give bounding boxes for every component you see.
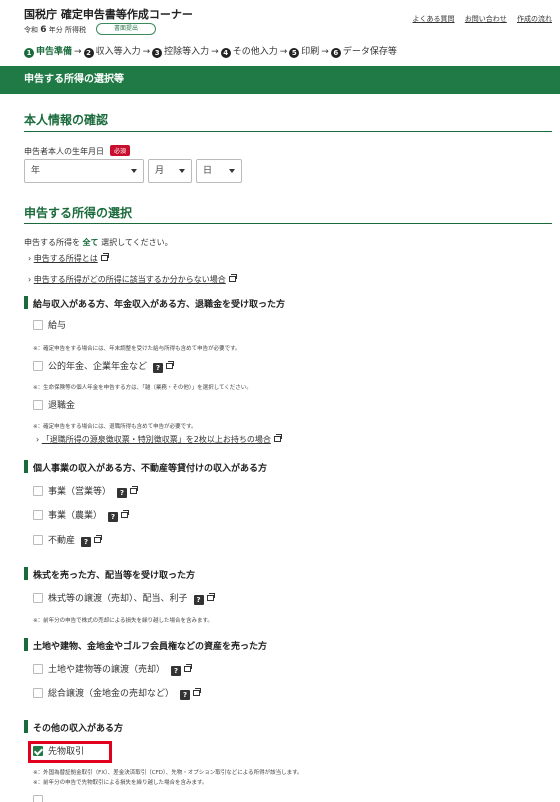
chevron-down-icon <box>229 169 235 173</box>
checkbox[interactable] <box>33 593 43 603</box>
general-transfer-checkbox[interactable]: 総合譲渡（金地金の売却など）? <box>33 688 202 700</box>
tax-type: 所得税 <box>64 26 86 34</box>
multiple-withholding-link[interactable]: › 「退職所得の源泉徴収票・特別徴収票」を2枚以上お持ちの場合 <box>36 434 282 445</box>
step-3: 3 控除等入力 <box>152 47 209 58</box>
next-checkbox[interactable] <box>33 795 48 802</box>
birth-year-select[interactable]: 年 <box>24 159 144 183</box>
agriculture-checkbox[interactable]: 事業（農業）? <box>33 510 130 522</box>
checkbox[interactable] <box>33 320 43 330</box>
contact-link[interactable]: お問い合わせ <box>465 15 507 23</box>
help-icon[interactable]: ? <box>153 363 164 373</box>
external-link-icon <box>206 593 215 601</box>
personal-info-title: 本人情報の確認 <box>24 113 109 127</box>
highlight-box <box>28 741 112 763</box>
pension-note: ※：生命保険等の個人年金を申告する方は、「雑（業務・その他）」を選択してください… <box>33 385 252 391</box>
salary-checkbox[interactable]: 給与 <box>33 320 66 332</box>
help-icon[interactable]: ? <box>171 666 182 676</box>
external-link-icon <box>130 486 139 494</box>
divider <box>24 131 552 132</box>
divider <box>24 223 552 224</box>
help-icon[interactable]: ? <box>180 690 191 700</box>
group-asset-sale-title: 土地や建物、金地金やゴルフ会員権などの資産を売った方 <box>24 638 267 652</box>
site-title: 国税庁 確定申告書等作成コーナー <box>24 8 193 21</box>
salary-note: ※：確定申告をする場合には、年末調整を受けた給与所得も含めて申告が必要です。 <box>33 346 241 352</box>
group-other-income-title: その他の収入がある方 <box>24 720 123 734</box>
birth-day-select[interactable]: 日 <box>196 159 242 183</box>
group-salary-pension-title: 給与収入がある方、年金収入がある方、退職金を受け取った方 <box>24 296 285 310</box>
birth-month-select[interactable]: 月 <box>148 159 192 183</box>
external-link-icon <box>121 510 130 518</box>
futures-note-1: ※：外国為替証拠金取引（FX）、差金決済取引（CFD）、先物・オプション取引など… <box>33 770 303 776</box>
faq-link[interactable]: よくある質問 <box>413 15 455 23</box>
help-icon[interactable]: ? <box>81 537 92 547</box>
checkbox[interactable] <box>33 361 43 371</box>
step-6: 6 データ保存等 <box>330 47 397 58</box>
checkbox[interactable] <box>33 795 43 802</box>
futures-note-2: ※：前年分の申告で先物取引による損失を繰り越した場合を含みます。 <box>33 780 208 786</box>
era-prefix: 令和 <box>24 26 38 34</box>
stock-note: ※：前年分の申告で株式の売却による損失を繰り越した場合を含みます。 <box>33 618 213 624</box>
external-link-icon <box>193 688 202 696</box>
external-link-icon <box>94 535 103 543</box>
external-link-icon <box>100 253 109 261</box>
what-is-income-link[interactable]: › 申告する所得とは <box>28 253 109 264</box>
flow-link[interactable]: 作成の流れ <box>517 15 552 23</box>
step-2: 2 収入等入力 <box>83 47 141 58</box>
checkbox[interactable] <box>33 535 43 545</box>
page-header: 国税庁 確定申告書等作成コーナー 令和 6 年分 所得税 書面提出 よくある質問… <box>0 0 560 66</box>
checkbox[interactable] <box>33 400 43 410</box>
paper-submission-button[interactable]: 書面提出 <box>96 23 156 35</box>
header-links: よくある質問 お問い合わせ 作成の流れ <box>405 14 552 24</box>
chevron-down-icon <box>179 169 185 173</box>
help-icon[interactable]: ? <box>117 488 128 498</box>
checkbox[interactable] <box>33 664 43 674</box>
step-1: 1 申告準備 <box>24 47 72 58</box>
retirement-checkbox[interactable]: 退職金 <box>33 400 75 412</box>
required-badge: 必須 <box>110 145 131 156</box>
progress-steps: 1 申告準備 → 2 収入等入力 → 3 控除等入力 → 4 その他入力 → 5 印刷 → 6 データ保存等 <box>24 44 397 58</box>
unsure-income-link[interactable]: › 申告する所得がどの所得に該当するか分からない場合 <box>28 274 237 285</box>
real-estate-checkbox[interactable]: 不動産? <box>33 535 103 547</box>
step-4: 4 その他入力 <box>220 47 278 58</box>
land-building-checkbox[interactable]: 土地や建物等の譲渡（売却）? <box>33 664 193 676</box>
stock-checkbox[interactable]: 株式等の譲渡（売却）、配当、利子? <box>33 593 215 605</box>
external-link-icon <box>228 274 237 282</box>
chevron-down-icon <box>131 169 137 173</box>
external-link-icon <box>273 434 282 442</box>
step-5: 5 印刷 <box>289 47 319 58</box>
section-banner: 申告する所得の選択等 <box>0 66 560 94</box>
tax-year-info: 令和 6 年分 所得税 <box>24 25 86 35</box>
external-link-icon <box>166 361 175 369</box>
checkbox[interactable] <box>33 486 43 496</box>
external-link-icon <box>184 664 193 672</box>
instruction-text: 申告する所得を 全て 選択してください。 <box>24 238 173 247</box>
income-selection-title: 申告する所得の選択 <box>24 206 133 220</box>
birth-date-label: 申告者本人の生年月日 必須 <box>24 145 131 157</box>
group-stock-title: 株式を売った方、配当等を受け取った方 <box>24 567 195 581</box>
year-suffix: 年分 <box>48 26 63 34</box>
pension-checkbox[interactable]: 公的年金、企業年金など? <box>33 361 175 373</box>
help-icon[interactable]: ? <box>108 512 119 522</box>
checkbox[interactable] <box>33 510 43 520</box>
retirement-note: ※：確定申告をする場合には、退職所得も含めて申告が必要です。 <box>33 424 197 430</box>
help-icon[interactable]: ? <box>193 595 204 605</box>
business-checkbox[interactable]: 事業（営業等）? <box>33 486 139 498</box>
group-business-title: 個人事業の収入がある方、不動産等貸付けの収入がある方 <box>24 460 267 474</box>
tax-year: 6 <box>40 25 47 35</box>
checkbox[interactable] <box>33 688 43 698</box>
